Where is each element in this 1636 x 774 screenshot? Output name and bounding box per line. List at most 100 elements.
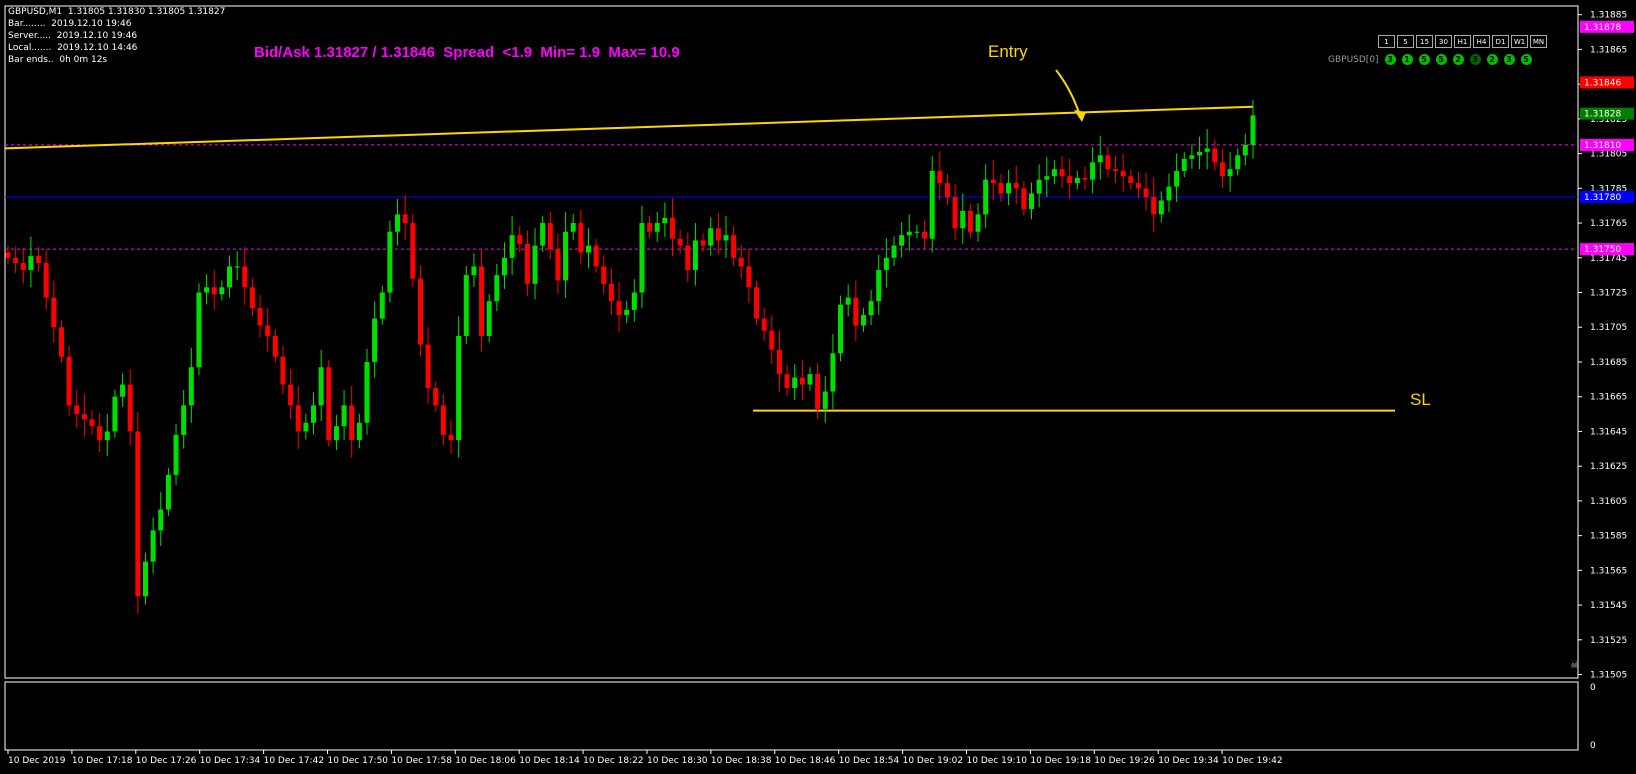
candle-body <box>425 344 431 389</box>
candle-body <box>1097 155 1103 163</box>
candle-body <box>1197 151 1203 156</box>
strength-dot: 2 <box>1486 54 1498 65</box>
candle-body <box>845 297 851 305</box>
price-chart[interactable]: 1.318851.318651.318451.318251.318051.317… <box>0 0 1636 774</box>
candle-body <box>585 245 591 253</box>
candle-body <box>922 231 928 239</box>
candle-body <box>761 318 767 331</box>
candle-body <box>402 214 408 224</box>
candle-body <box>433 388 439 406</box>
candle-body <box>899 235 905 246</box>
candle-body <box>647 223 653 232</box>
candle-body <box>990 179 996 184</box>
candle-body <box>723 235 729 241</box>
price-label-text: 1.31828 <box>1584 110 1621 120</box>
price-tick-label: 1.31505 <box>1590 671 1627 681</box>
candle-body <box>601 266 607 284</box>
candle-body <box>372 318 378 362</box>
indicator-axis-label: 0 <box>1590 683 1596 693</box>
candle-body <box>494 275 500 302</box>
candle-body <box>234 266 240 268</box>
candle-body <box>715 228 721 241</box>
bar-ends: Bar ends.. 0h 0m 12s <box>8 55 108 65</box>
candle-body <box>700 240 706 246</box>
time-axis-label: 10 Dec 18:14 <box>519 756 580 766</box>
candle-body <box>860 315 866 326</box>
bid-ask-spread-text: Bid/Ask 1.31827 / 1.31846 Spread <1.9 Mi… <box>254 44 680 61</box>
candle-body <box>853 297 859 326</box>
timeframe-button-h4[interactable]: H4 <box>1473 35 1490 48</box>
candle-body <box>1235 155 1241 170</box>
candle-body <box>838 304 844 354</box>
candle-body <box>1021 188 1027 210</box>
indicator-subwindow <box>4 681 1579 751</box>
candle-body <box>563 231 569 281</box>
timeframe-button-5[interactable]: 5 <box>1397 35 1414 48</box>
candle-body <box>524 243 530 284</box>
timeframe-button-1[interactable]: 1 <box>1378 35 1395 48</box>
candle-body <box>89 419 95 427</box>
price-tick-label: 1.31625 <box>1590 462 1627 472</box>
candle-body <box>998 183 1004 194</box>
candle-body <box>754 287 760 319</box>
price-label-text: 1.31878 <box>1584 23 1621 33</box>
candle-body <box>1036 179 1042 194</box>
price-tick-label: 1.31605 <box>1590 497 1627 507</box>
candle-body <box>341 405 347 427</box>
candle-body <box>142 561 148 597</box>
candle-body <box>288 384 294 406</box>
candle-body <box>58 327 64 357</box>
candle-body <box>272 335 278 357</box>
timeframe-button-mn[interactable]: MN <box>1530 35 1547 48</box>
price-tick-label: 1.31745 <box>1590 254 1627 264</box>
time-axis-label: 10 Dec 19:26 <box>1094 756 1155 766</box>
candle-body <box>196 292 202 368</box>
candle-body <box>792 377 798 389</box>
entry-arrow-head <box>1074 110 1086 122</box>
strength-dot: 3 <box>1503 54 1515 65</box>
candle-body <box>1212 148 1218 163</box>
time-axis-label: 10 Dec 19:42 <box>1222 756 1283 766</box>
candle-body <box>51 297 57 328</box>
time-axis-label: 10 Dec 2019 <box>8 756 66 766</box>
candle-body <box>28 256 34 270</box>
timeframe-button-d1[interactable]: D1 <box>1492 35 1509 48</box>
candle-body <box>799 377 805 385</box>
timeframe-button-w1[interactable]: W1 <box>1511 35 1528 48</box>
timeframe-button-30[interactable]: 30 <box>1435 35 1452 48</box>
price-tick-label: 1.31525 <box>1590 636 1627 646</box>
timeframe-button-h1[interactable]: H1 <box>1454 35 1471 48</box>
time-axis-label: 10 Dec 18:54 <box>839 756 900 766</box>
strength-dot: 5 <box>1418 54 1430 65</box>
candle-body <box>815 374 821 409</box>
price-tick-label: 1.31665 <box>1590 393 1627 403</box>
candle-body <box>471 266 477 276</box>
candle-body <box>540 223 546 246</box>
candle-body <box>227 266 233 288</box>
candle-body <box>654 223 660 232</box>
candle-body <box>1151 197 1157 215</box>
candle-body <box>1067 176 1073 184</box>
candle-body <box>456 335 462 441</box>
candle-body <box>479 266 485 336</box>
local-time: Local....... 2019.12.10 14:46 <box>8 43 138 53</box>
candle-body <box>578 223 584 253</box>
candle-body <box>1242 144 1248 156</box>
candle-body <box>387 231 393 293</box>
time-axis-label: 10 Dec 18:38 <box>711 756 772 766</box>
candle-body <box>1158 200 1164 215</box>
candle-body <box>685 245 691 270</box>
candle-body <box>616 301 622 316</box>
price-tick-label: 1.31805 <box>1590 150 1627 160</box>
candle-body <box>1166 186 1172 201</box>
timeframe-button-15[interactable]: 15 <box>1416 35 1433 48</box>
candle-body <box>509 235 515 258</box>
candle-body <box>448 434 454 441</box>
candle-body <box>5 252 11 258</box>
candle-body <box>364 361 370 423</box>
candle-body <box>501 257 507 276</box>
symbol-quote: GBPUSD,M1 1.31805 1.31830 1.31805 1.3182… <box>8 7 226 17</box>
candle-body <box>395 214 401 232</box>
entry-label: Entry <box>988 42 1028 61</box>
strength-dot: 2 <box>1452 54 1464 65</box>
